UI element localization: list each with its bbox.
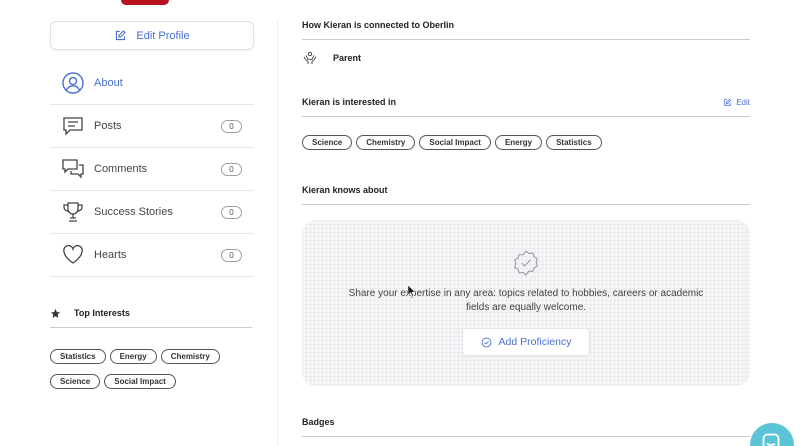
interest-tag[interactable]: Social Impact	[419, 135, 491, 150]
interests-tags: Science Chemistry Social Impact Energy Stati…	[302, 132, 606, 157]
edit-profile-label: Edit Profile	[136, 29, 190, 42]
sidebar-item-label: About	[94, 77, 123, 89]
interest-tag[interactable]: Social Impact	[104, 374, 176, 389]
connection-value: Parent	[333, 53, 362, 63]
interest-tag[interactable]: Energy	[109, 349, 157, 364]
interest-tag[interactable]: Energy	[494, 135, 543, 150]
proficiency-prompt-text: Share your expertise in any area: topics…	[348, 288, 704, 313]
edit-link-label: Edit	[736, 98, 750, 107]
sidebar-item-hearts[interactable]: Hearts 0	[50, 234, 254, 277]
count-badge: 0	[221, 163, 242, 176]
count-badge: 0	[221, 249, 242, 262]
interest-tag[interactable]: Chemistry	[160, 349, 220, 364]
sidebar-item-label: Posts	[94, 120, 122, 132]
connection-section-title: How Kieran is connected to Oberlin	[302, 20, 750, 40]
sidebar-item-about[interactable]: About	[50, 62, 254, 105]
top-interests-header: Top Interests	[50, 306, 252, 328]
sidebar-item-comments[interactable]: Comments 0	[50, 148, 254, 191]
interests-section-title: Kieran is interested in Edit	[302, 97, 750, 117]
add-proficiency-button[interactable]: Add Proficiency	[462, 328, 590, 356]
chat-icon	[762, 433, 780, 446]
badges-section-title: Badges	[302, 417, 750, 437]
add-proficiency-label: Add Proficiency	[498, 336, 572, 348]
interest-tag[interactable]: Science	[302, 135, 353, 150]
top-interests-title: Top Interests	[74, 308, 130, 318]
edit-profile-button[interactable]: Edit Profile	[50, 21, 254, 50]
profile-sidebar: Edit Profile About Posts 0 Comments 0 Su…	[50, 0, 254, 446]
verified-badge-icon	[514, 250, 538, 276]
messages-icon	[60, 156, 86, 182]
message-square-icon	[60, 113, 86, 139]
knows-section-title: Kieran knows about	[302, 185, 750, 205]
family-hands-icon	[303, 51, 317, 64]
check-circle-icon	[481, 337, 491, 347]
sidebar-item-label: Success Stories	[94, 206, 173, 218]
top-interests-tags: Statistics Energy Chemistry Science Social …	[50, 346, 254, 396]
connection-row: Parent	[302, 50, 361, 66]
sidebar-item-label: Hearts	[94, 249, 127, 261]
edit-interests-link[interactable]: Edit	[723, 98, 750, 107]
star-icon	[50, 308, 61, 318]
sidebar-item-label: Comments	[94, 163, 148, 175]
count-badge: 0	[221, 120, 242, 133]
column-divider	[277, 20, 278, 446]
section-title-text: Kieran is interested in	[302, 97, 397, 107]
trophy-icon	[60, 199, 86, 225]
count-badge: 0	[221, 206, 242, 219]
about-content: How Kieran is connected to Oberlin Paren…	[302, 0, 750, 446]
sidebar-item-success-stories[interactable]: Success Stories 0	[50, 191, 254, 234]
interest-tag[interactable]: Science	[50, 374, 101, 389]
proficiency-empty-state: Share your expertise in any area: topics…	[302, 220, 750, 386]
section-title-text: Kieran knows about	[302, 185, 388, 195]
interest-tag[interactable]: Statistics	[546, 135, 602, 150]
heart-icon	[60, 242, 86, 268]
interest-tag[interactable]: Statistics	[50, 349, 106, 364]
sidebar-nav: About Posts 0 Comments 0 Success Stories…	[50, 62, 254, 277]
interest-tag[interactable]: Chemistry	[356, 135, 416, 150]
edit-icon	[116, 30, 127, 41]
mouse-cursor-icon	[408, 285, 416, 297]
sidebar-item-posts[interactable]: Posts 0	[50, 105, 254, 148]
chat-launcher-button[interactable]	[750, 423, 794, 446]
section-title-text: Badges	[302, 417, 335, 427]
user-circle-icon	[60, 70, 86, 96]
edit-icon	[724, 98, 732, 106]
section-title-text: How Kieran is connected to Oberlin	[302, 20, 455, 30]
